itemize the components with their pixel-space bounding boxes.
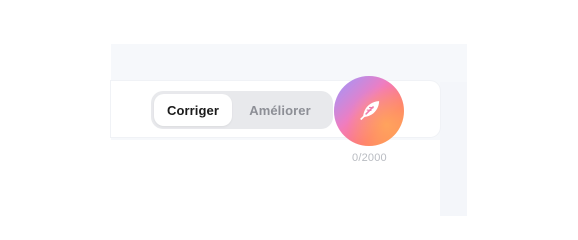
mode-toggle: Corriger Améliorer	[151, 91, 333, 129]
editor-canvas: Corriger Améliorer 0/2000	[0, 0, 578, 222]
mode-option-corriger[interactable]: Corriger	[154, 94, 232, 126]
mode-option-ameliorer[interactable]: Améliorer	[232, 94, 328, 126]
character-counter: 0/2000	[352, 152, 387, 164]
feather-icon	[360, 101, 380, 121]
submit-button[interactable]	[334, 76, 404, 146]
panel-rail	[440, 82, 467, 216]
